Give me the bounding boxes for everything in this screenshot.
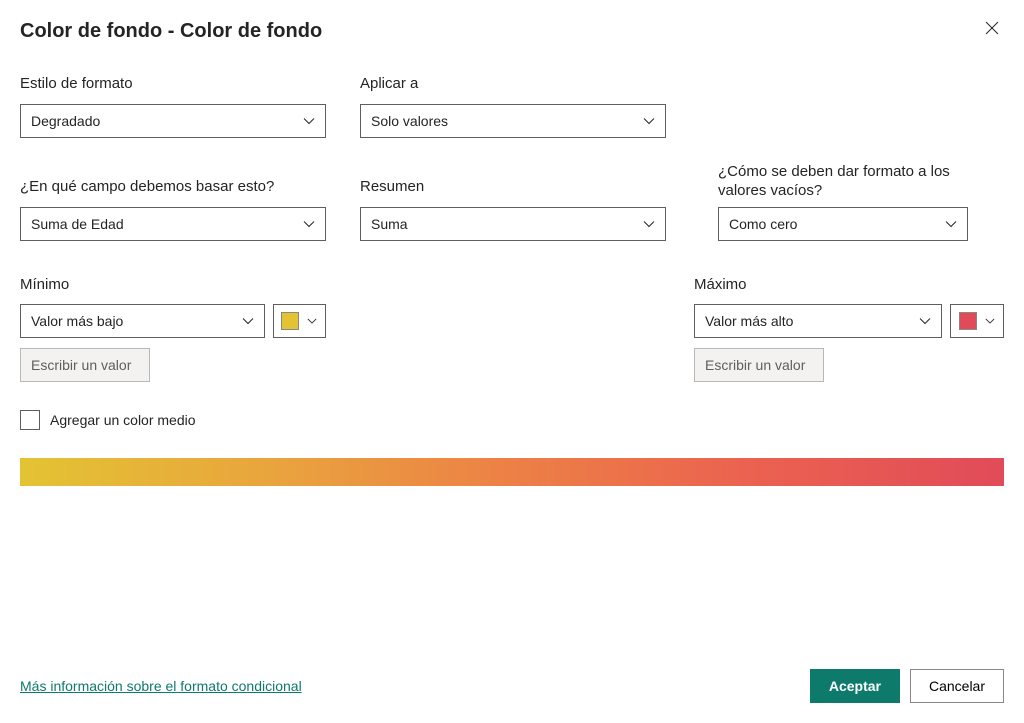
ok-button[interactable]: Aceptar bbox=[810, 669, 900, 703]
gradient-preview bbox=[20, 458, 1004, 486]
maximum-dropdown[interactable]: Valor más alto bbox=[694, 304, 942, 338]
row-format-apply: Estilo de formato Degradado Aplicar a So… bbox=[20, 74, 1004, 138]
dialog-buttons: Aceptar Cancelar bbox=[810, 669, 1004, 703]
close-icon bbox=[985, 21, 999, 35]
apply-to-label: Aplicar a bbox=[360, 74, 666, 94]
field-summary: Resumen Suma bbox=[360, 177, 666, 241]
cancel-button[interactable]: Cancelar bbox=[910, 669, 1004, 703]
chevron-down-icon bbox=[643, 220, 655, 228]
format-style-value: Degradado bbox=[31, 113, 100, 129]
format-style-dropdown[interactable]: Degradado bbox=[20, 104, 326, 138]
background-color-dialog: Color de fondo - Color de fondo Estilo d… bbox=[0, 0, 1024, 723]
base-field-label: ¿En qué campo debemos basar esto? bbox=[20, 177, 326, 197]
minimum-label: Mínimo bbox=[20, 275, 326, 295]
apply-to-dropdown[interactable]: Solo valores bbox=[360, 104, 666, 138]
row-min-max: Mínimo Valor más bajo Máximo Valor más a… bbox=[20, 275, 1004, 383]
chevron-down-icon bbox=[242, 317, 254, 325]
minimum-color-dropdown[interactable] bbox=[273, 304, 326, 338]
minimum-dropdown[interactable]: Valor más bajo bbox=[20, 304, 265, 338]
field-minimum: Mínimo Valor más bajo bbox=[20, 275, 326, 383]
chevron-down-icon bbox=[945, 220, 957, 228]
field-format-style: Estilo de formato Degradado bbox=[20, 74, 326, 138]
minimum-color-swatch bbox=[281, 312, 299, 330]
empty-values-dropdown[interactable]: Como cero bbox=[718, 207, 968, 241]
add-middle-color-checkbox[interactable] bbox=[20, 410, 40, 430]
field-apply-to: Aplicar a Solo valores bbox=[360, 74, 666, 138]
add-middle-color-row: Agregar un color medio bbox=[20, 410, 1004, 430]
chevron-down-icon bbox=[307, 317, 317, 325]
more-info-link[interactable]: Más información sobre el formato condici… bbox=[20, 678, 302, 694]
close-button[interactable] bbox=[980, 16, 1004, 40]
maximum-value-input[interactable] bbox=[694, 348, 824, 382]
dialog-header: Color de fondo - Color de fondo bbox=[20, 18, 1004, 44]
minimum-value: Valor más bajo bbox=[31, 313, 123, 329]
add-middle-color-label: Agregar un color medio bbox=[50, 412, 196, 428]
summary-dropdown[interactable]: Suma bbox=[360, 207, 666, 241]
maximum-value: Valor más alto bbox=[705, 313, 793, 329]
empty-values-label: ¿Cómo se deben dar formato a los valores… bbox=[718, 162, 968, 201]
dialog-title: Color de fondo - Color de fondo bbox=[20, 18, 322, 44]
format-style-label: Estilo de formato bbox=[20, 74, 326, 94]
chevron-down-icon bbox=[643, 117, 655, 125]
field-empty-values: ¿Cómo se deben dar formato a los valores… bbox=[718, 172, 968, 241]
maximum-color-swatch bbox=[959, 312, 977, 330]
chevron-down-icon bbox=[985, 317, 995, 325]
summary-value: Suma bbox=[371, 216, 408, 232]
row-basefield-summary-empty: ¿En qué campo debemos basar esto? Suma d… bbox=[20, 172, 1004, 241]
chevron-down-icon bbox=[919, 317, 931, 325]
minimum-value-input[interactable] bbox=[20, 348, 150, 382]
spacer-column bbox=[360, 275, 642, 383]
summary-label: Resumen bbox=[360, 177, 666, 197]
field-base-field: ¿En qué campo debemos basar esto? Suma d… bbox=[20, 177, 326, 241]
chevron-down-icon bbox=[303, 220, 315, 228]
apply-to-value: Solo valores bbox=[371, 113, 448, 129]
empty-values-value: Como cero bbox=[729, 216, 797, 232]
base-field-value: Suma de Edad bbox=[31, 216, 124, 232]
field-maximum: Máximo Valor más alto bbox=[694, 275, 1004, 383]
dialog-footer: Más información sobre el formato condici… bbox=[20, 669, 1004, 703]
chevron-down-icon bbox=[303, 117, 315, 125]
maximum-label: Máximo bbox=[694, 275, 1004, 295]
maximum-color-dropdown[interactable] bbox=[950, 304, 1004, 338]
dialog-filler bbox=[20, 486, 1004, 659]
base-field-dropdown[interactable]: Suma de Edad bbox=[20, 207, 326, 241]
